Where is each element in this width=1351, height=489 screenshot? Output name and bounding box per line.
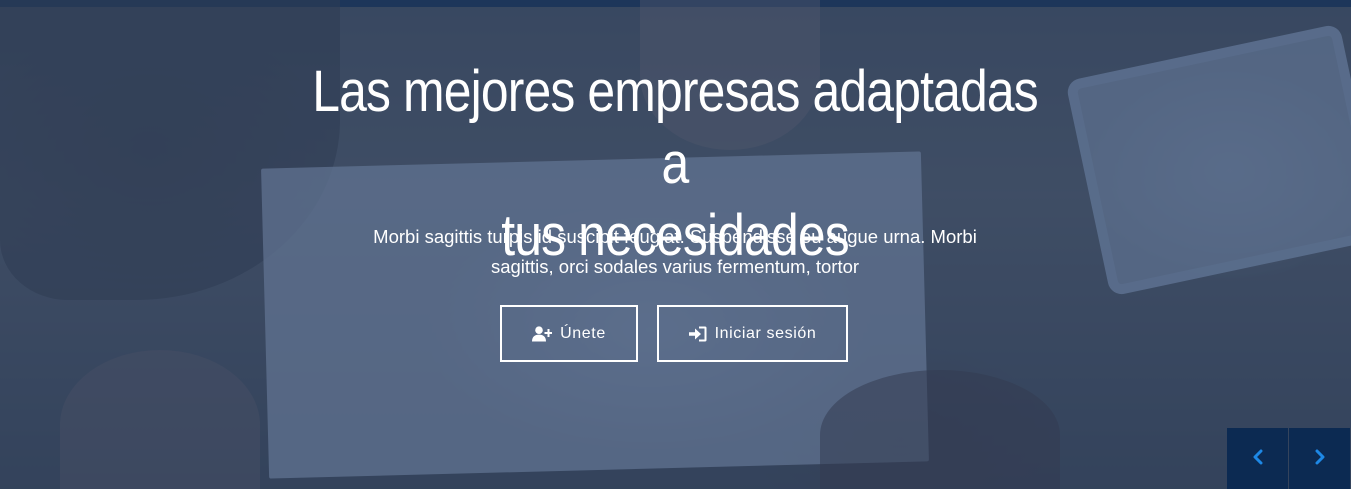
join-button-label: Únete xyxy=(560,324,606,342)
hero-content: Las mejores empresas adaptadas a tus nec… xyxy=(0,0,1351,489)
slider-next-button[interactable] xyxy=(1289,428,1350,489)
chevron-right-icon xyxy=(1314,449,1326,469)
hero-slider: Las mejores empresas adaptadas a tus nec… xyxy=(0,0,1351,489)
join-button[interactable]: Únete xyxy=(500,305,638,362)
slider-prev-button[interactable] xyxy=(1227,428,1288,489)
headline-line-1: Las mejores empresas adaptadas a xyxy=(312,59,1038,196)
login-button[interactable]: Iniciar sesión xyxy=(657,305,848,362)
subtext-line-2: sagittis, orci sodales varius fermentum,… xyxy=(490,256,860,277)
sign-in-icon xyxy=(688,326,707,342)
chevron-left-icon xyxy=(1252,449,1264,469)
login-button-label: Iniciar sesión xyxy=(714,324,817,342)
user-plus-icon xyxy=(532,325,553,342)
subtext-line-1: Morbi sagittis turpis id suscipit feugia… xyxy=(373,226,977,247)
hero-subtext: Morbi sagittis turpis id suscipit feugia… xyxy=(330,222,1020,282)
